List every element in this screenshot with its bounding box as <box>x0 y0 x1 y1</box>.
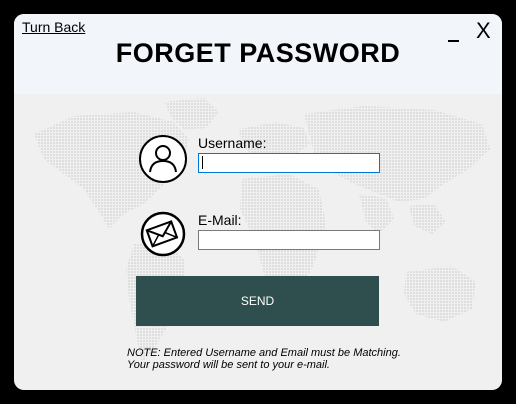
window-header: Turn Back FORGET PASSWORD X <box>14 14 502 94</box>
note-line-1: NOTE: Entered Username and Email must be… <box>127 347 401 359</box>
note-text: NOTE: Entered Username and Email must be… <box>127 347 401 371</box>
note-line-2: Your password will be sent to your e-mai… <box>127 359 330 371</box>
turn-back-link[interactable]: Turn Back <box>22 19 85 35</box>
minimize-button[interactable] <box>446 24 462 44</box>
close-button[interactable]: X <box>476 18 491 44</box>
send-button[interactable]: SEND <box>136 276 379 326</box>
email-label: E-Mail: <box>198 212 242 228</box>
text-caret <box>202 156 203 169</box>
user-icon <box>139 135 187 183</box>
username-input[interactable] <box>198 153 380 173</box>
email-input[interactable] <box>198 230 380 250</box>
page-title: FORGET PASSWORD <box>115 38 401 68</box>
forget-password-window: Turn Back FORGET PASSWORD X Username: E-… <box>14 14 502 390</box>
envelope-icon <box>140 211 186 257</box>
username-label: Username: <box>198 135 267 151</box>
